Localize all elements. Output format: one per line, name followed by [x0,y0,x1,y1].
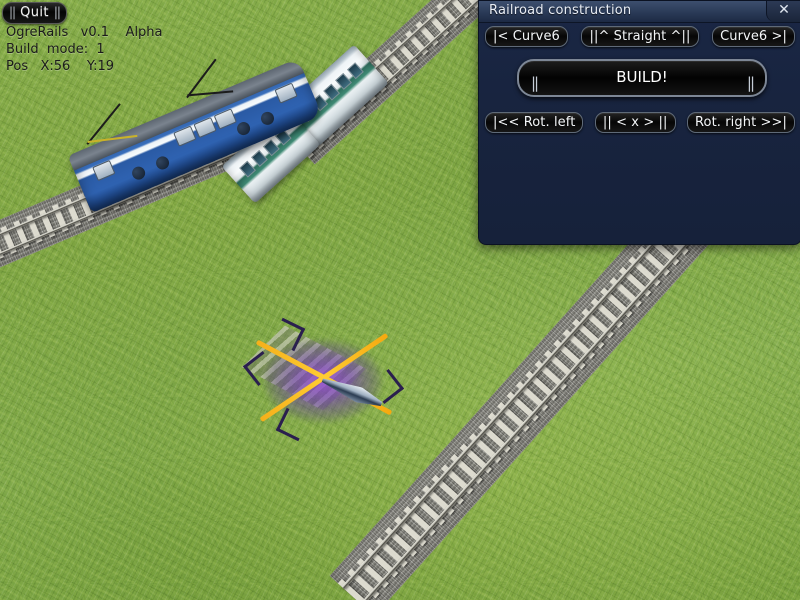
locomotive-window [173,125,197,147]
locomotive-vent [154,154,172,172]
locomotive-vent [130,164,148,182]
locomotive-window [193,116,217,139]
quit-button-label: Quit [20,5,49,20]
piece-selector-row: |< Curve6 ||^ Straight ^|| Curve6 >| [479,26,800,47]
panel-titlebar[interactable]: Railroad construction ✕ [479,1,800,23]
locomotive-vent [258,109,277,127]
wagon-window [251,149,268,167]
build-grip-left-icon: || [531,74,539,92]
wagon-window [346,62,364,80]
quit-button[interactable]: || Quit || [2,2,67,24]
current-piece-button[interactable]: ||^ Straight ^|| [581,26,699,47]
locomotive-window [274,82,298,104]
close-icon-glyph: ✕ [778,2,790,18]
rotate-left-button[interactable]: |<< Rot. left [485,112,584,133]
close-icon[interactable]: ✕ [766,1,800,22]
build-placement-cursor[interactable] [236,312,416,444]
quit-grip-left-icon: || [9,5,16,19]
build-button[interactable]: || BUILD! || [517,59,767,97]
game-viewport: || Quit || OgreRails v0.1 Alpha Build mode… [0,0,800,600]
wagon-window [335,72,352,90]
rotation-row: |<< Rot. left || < x > || Rot. right >>| [479,112,800,133]
next-piece-button[interactable]: Curve6 >| [712,26,795,47]
quit-grip-right-icon: || [53,5,61,19]
locomotive-vent [235,120,253,138]
panel-title: Railroad construction [489,3,632,18]
build-button-label: BUILD! [616,68,668,86]
locomotive-window [213,108,238,130]
locomotive-window [92,159,116,182]
previous-piece-button[interactable]: |< Curve6 [485,26,568,47]
rotate-right-button[interactable]: Rot. right >>| [686,112,795,133]
wagon-window [262,139,280,157]
railroad-construction-panel: Railroad construction ✕ |< Curve6 ||^ St… [478,0,800,245]
rotate-axis-button[interactable]: || < x > || [594,112,676,133]
build-grip-right-icon: || [746,74,755,92]
wagon-window [323,83,341,101]
wagon-window [239,160,257,178]
